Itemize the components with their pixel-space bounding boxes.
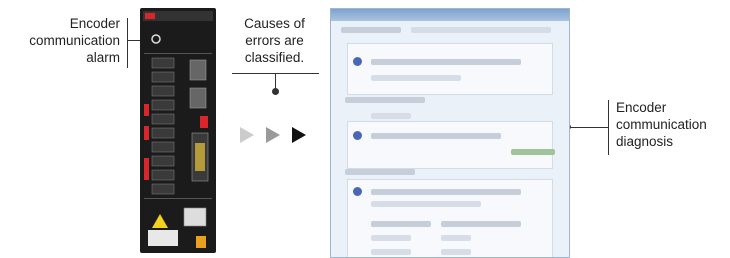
ethernet-port-2 (189, 87, 207, 109)
battery-connector (183, 207, 207, 227)
window-titlebar (331, 9, 569, 21)
status-icon (353, 131, 362, 140)
right-bracket-line (608, 100, 609, 155)
encoder-communication-alarm-label: Encoder communication alarm (0, 15, 120, 66)
left-bracket-line (127, 18, 128, 68)
diagnosis-section-1 (347, 43, 553, 95)
right-label-line-3: diagnosis (616, 134, 674, 149)
left-label-line-2: communication (29, 33, 120, 48)
arrow-medium-icon (266, 127, 280, 143)
status-icon (353, 57, 362, 66)
right-label-line-1: Encoder (616, 100, 667, 115)
mid-label-line-2: errors are (245, 33, 304, 48)
diagnosis-section-2 (347, 121, 553, 169)
mid-connector-line (275, 73, 276, 89)
status-icon (353, 187, 362, 196)
progress-arrows (240, 127, 306, 143)
left-label-line-3: alarm (86, 50, 120, 65)
mid-label-line-3: classified. (244, 50, 305, 65)
rating-plate (148, 230, 178, 246)
arrow-dark-icon (292, 127, 306, 143)
drive-logo-mark (145, 13, 155, 19)
io-connector-pins (195, 143, 205, 171)
mid-connector-dot (272, 88, 279, 95)
diagnosis-window (330, 8, 570, 258)
arrow-light-icon (240, 127, 254, 143)
servo-amplifier-image (140, 8, 216, 253)
ethernet-port-1 (189, 59, 207, 81)
ground-terminal (196, 236, 206, 248)
right-label-line-2: communication (616, 117, 707, 132)
encoder-communication-diagnosis-label: Encoder communication diagnosis (616, 99, 730, 150)
left-label-line-1: Encoder (69, 16, 120, 31)
usb-tag (200, 116, 208, 128)
causes-classified-label: Causes of errors are classified. (232, 15, 317, 66)
right-connector-line (568, 127, 608, 128)
mid-label-line-1: Causes of (244, 16, 305, 31)
